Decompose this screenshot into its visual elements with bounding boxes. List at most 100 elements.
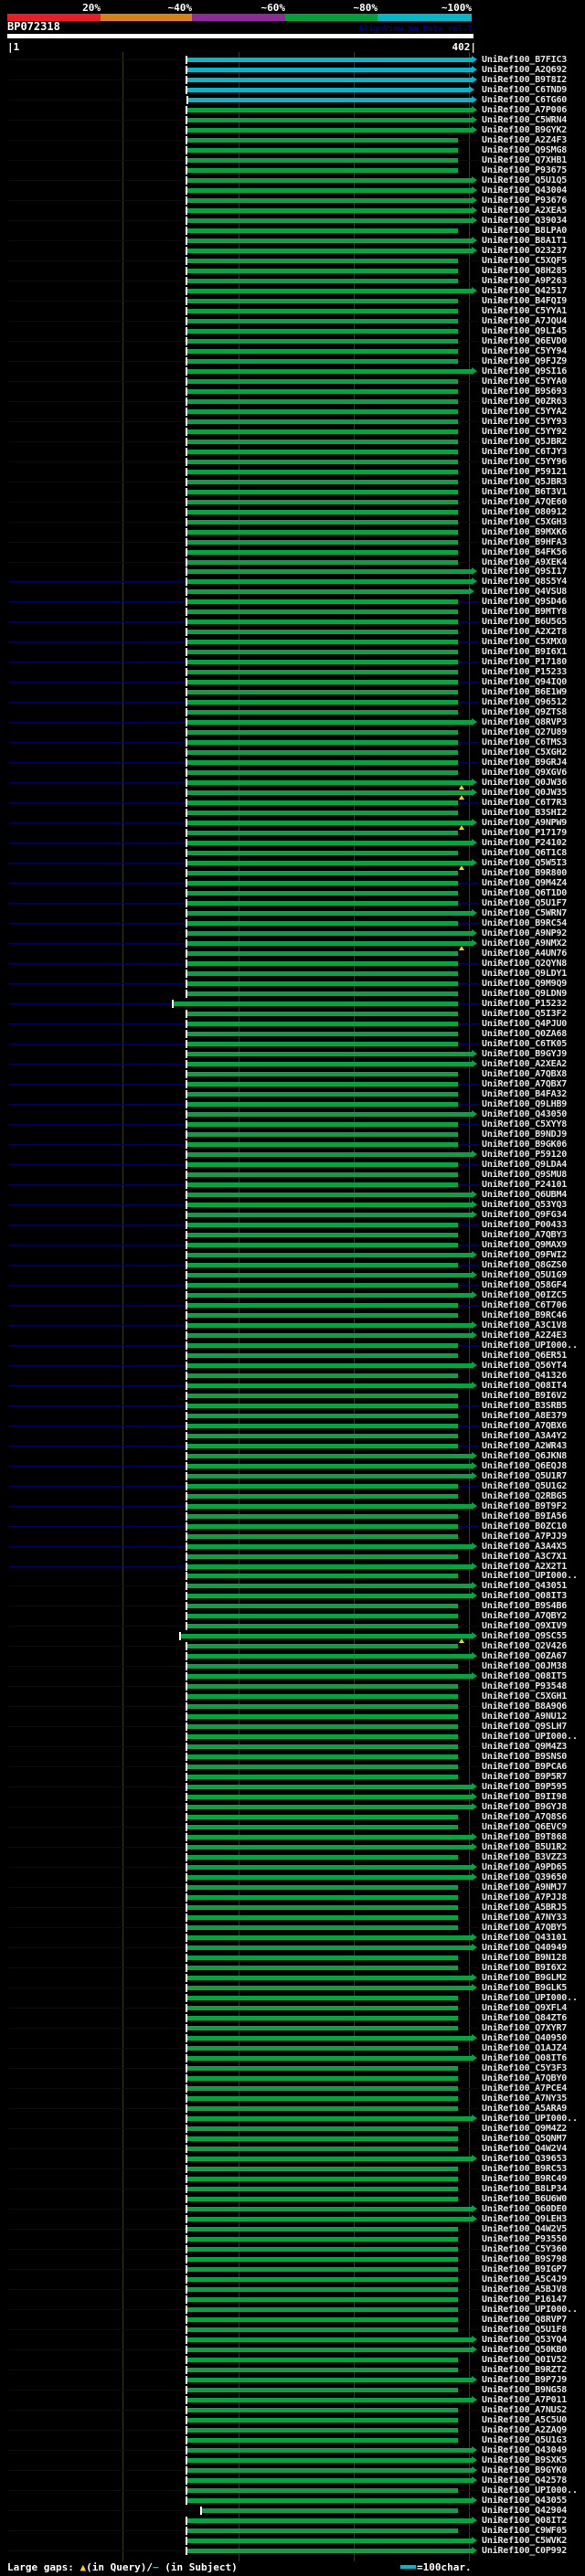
hit-bar[interactable] [186,2477,472,2483]
hit-bar[interactable] [186,2095,458,2101]
hit-accession-link[interactable]: UniRef100_Q9LI45 [482,326,567,336]
hit-bar[interactable] [186,1915,458,1921]
hit-bar[interactable] [186,951,458,957]
hit-accession-link[interactable]: UniRef100_Q9SD46 [482,597,567,607]
hit-bar[interactable] [186,2387,458,2392]
hit-bar[interactable] [186,187,472,193]
hit-accession-link[interactable]: UniRef100_B9SXK5 [482,2455,567,2465]
hit-bar[interactable] [186,2066,458,2071]
hit-bar[interactable] [186,1785,472,1790]
hit-bar[interactable] [186,750,458,756]
hit-accession-link[interactable]: UniRef100_B9P595 [482,1782,567,1792]
hit-bar[interactable] [186,1383,472,1388]
hit-accession-link[interactable]: UniRef100_C5WRN7 [482,908,567,918]
hit-accession-link[interactable]: UniRef100_B8LPA0 [482,226,567,236]
hit-accession-link[interactable]: UniRef100_A7QBY3 [482,1230,567,1240]
hit-accession-link[interactable]: UniRef100_UPI000.. [482,1341,578,1351]
hit-accession-link[interactable]: UniRef100_P93675 [482,165,567,175]
hit-bar[interactable] [186,640,458,645]
hit-bar[interactable] [186,1463,472,1468]
hit-bar[interactable] [186,1594,472,1599]
hit-accession-link[interactable]: UniRef100_Q6JKN8 [482,1451,567,1461]
hit-bar[interactable] [186,2457,472,2463]
hit-accession-link[interactable]: UniRef100_B9S693 [482,387,567,397]
hit-accession-link[interactable]: UniRef100_B9P5R7 [482,1772,567,1782]
hit-accession-link[interactable]: UniRef100_C5XGH3 [482,517,567,527]
hit-accession-link[interactable]: UniRef100_A4UN76 [482,949,567,959]
hit-bar[interactable] [186,1171,458,1177]
hit-bar[interactable] [186,1483,458,1489]
hit-bar[interactable] [186,1574,458,1579]
hit-bar[interactable] [186,2467,472,2473]
hit-bar[interactable] [186,1734,458,1740]
hit-bar[interactable] [186,1212,472,1217]
hit-accession-link[interactable]: UniRef100_Q9LDA4 [482,1160,567,1170]
hit-bar[interactable] [186,971,458,977]
hit-bar[interactable] [201,2507,458,2513]
hit-accession-link[interactable]: UniRef100_Q9M4Z3 [482,1742,567,1752]
hit-accession-link[interactable]: UniRef100_B9MXK6 [482,527,567,537]
hit-accession-link[interactable]: UniRef100_Q9LDN9 [482,989,567,999]
hit-bar[interactable] [186,328,458,334]
hit-accession-link[interactable]: UniRef100_A5C4J9 [482,2274,567,2284]
hit-bar[interactable] [186,2447,472,2453]
hit-accession-link[interactable]: UniRef100_Q96512 [482,697,567,707]
hit-accession-link[interactable]: UniRef100_B9GLK5 [482,1983,567,1993]
hit-bar[interactable] [186,1503,472,1509]
hit-bar[interactable] [186,2528,458,2533]
hit-accession-link[interactable]: UniRef100_Q9LHB9 [482,1099,567,1109]
hit-bar[interactable] [186,117,472,122]
hit-bar[interactable] [186,318,458,323]
hit-accession-link[interactable]: UniRef100_C6TK05 [482,1039,567,1049]
hit-accession-link[interactable]: UniRef100_B3SHI2 [482,808,567,818]
hit-accession-link[interactable]: UniRef100_Q42578 [482,2475,567,2486]
hit-accession-link[interactable]: UniRef100_C5YY96 [482,457,567,467]
hit-accession-link[interactable]: UniRef100_B9RC49 [482,2174,567,2184]
hit-accession-link[interactable]: UniRef100_Q0IZC5 [482,1290,567,1300]
hit-bar[interactable] [186,941,472,947]
hit-accession-link[interactable]: UniRef100_B9IA56 [482,1511,567,1521]
hit-bar[interactable] [186,1373,458,1378]
hit-accession-link[interactable]: UniRef100_A3C1V8 [482,1320,567,1330]
hit-accession-link[interactable]: UniRef100_A7QBX8 [482,1069,567,1079]
hit-bar[interactable] [186,2538,472,2543]
hit-accession-link[interactable]: UniRef100_Q8RVP7 [482,2315,567,2325]
hit-accession-link[interactable]: UniRef100_Q56YT4 [482,1361,567,1371]
hit-accession-link[interactable]: UniRef100_Q6EQJ8 [482,1461,567,1471]
hit-bar[interactable] [186,58,472,62]
hit-bar[interactable] [186,2407,458,2412]
hit-accession-link[interactable]: UniRef100_A9NPW9 [482,818,567,828]
hit-accession-link[interactable]: UniRef100_B9P7J9 [482,2375,567,2385]
hit-accession-link[interactable]: UniRef100_Q6UBM4 [482,1190,567,1200]
hit-bar[interactable] [186,2186,458,2191]
hit-bar[interactable] [186,1322,472,1328]
hit-accession-link[interactable]: UniRef100_B9MTY8 [482,607,567,617]
hit-bar[interactable] [186,268,458,273]
hit-accession-link[interactable]: UniRef100_B9GRJ4 [482,758,567,768]
hit-accession-link[interactable]: UniRef100_Q0ZR63 [482,397,567,407]
hit-accession-link[interactable]: UniRef100_P00433 [482,1220,567,1230]
hit-bar[interactable] [186,1885,458,1891]
hit-accession-link[interactable]: UniRef100_A7PJJ8 [482,1892,567,1903]
hit-accession-link[interactable]: UniRef100_A9P263 [482,276,567,286]
hit-bar[interactable] [186,1262,458,1267]
hit-accession-link[interactable]: UniRef100_Q50KB0 [482,2345,567,2355]
hit-accession-link[interactable]: UniRef100_Q41326 [482,1371,567,1381]
hit-bar[interactable] [186,2357,458,2362]
hit-accession-link[interactable]: UniRef100_C5WVK2 [482,2536,567,2546]
hit-accession-link[interactable]: UniRef100_B9I6X1 [482,647,567,657]
hit-bar[interactable] [186,499,458,504]
hit-bar[interactable] [186,1473,472,1479]
hit-accession-link[interactable]: UniRef100_A2ZAQ9 [482,2425,567,2435]
hit-bar[interactable] [186,569,472,575]
hit-bar[interactable] [186,891,458,896]
hit-accession-link[interactable]: UniRef100_Q5U1F7 [482,898,567,908]
hit-bar[interactable] [186,2016,458,2021]
hit-accession-link[interactable]: UniRef100_Q6T1C8 [482,848,567,858]
hit-accession-link[interactable]: UniRef100_B9GYJ9 [482,1049,567,1059]
hit-accession-link[interactable]: UniRef100_Q27U89 [482,727,567,737]
hit-bar[interactable] [186,1242,458,1247]
hit-bar[interactable] [186,288,472,293]
hit-bar[interactable] [186,700,458,705]
hit-accession-link[interactable]: UniRef100_Q9XIV9 [482,1621,567,1631]
